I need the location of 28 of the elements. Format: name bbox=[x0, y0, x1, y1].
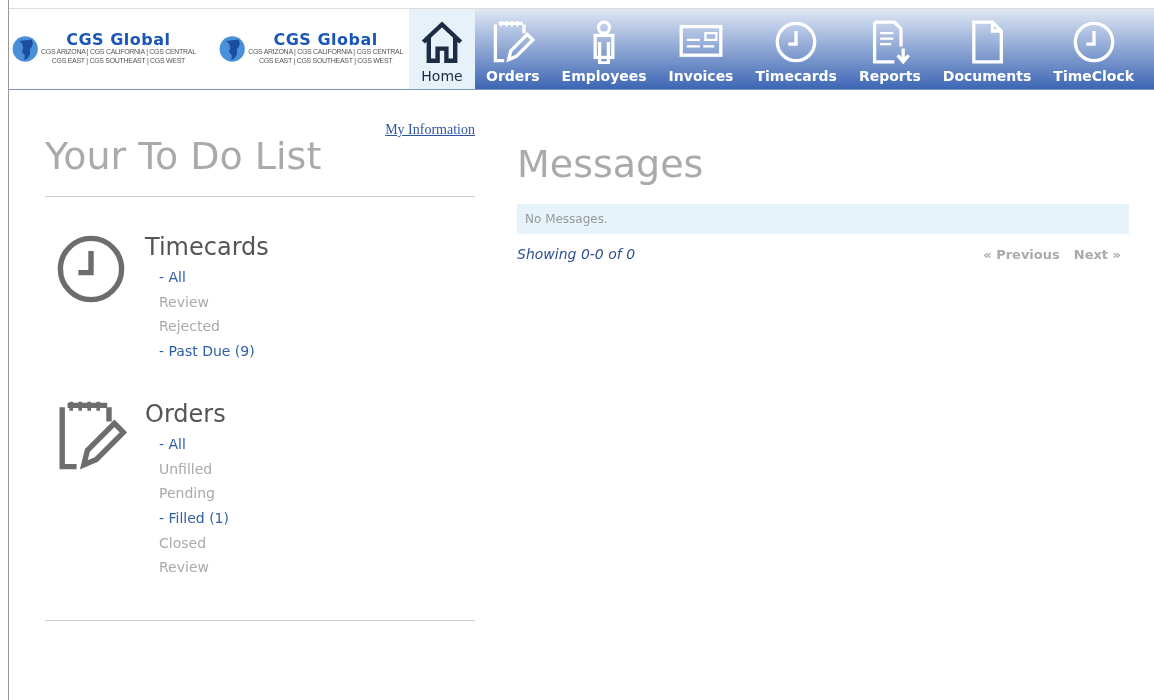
section-title: Orders bbox=[145, 399, 227, 428]
todo-link[interactable]: - All bbox=[145, 265, 269, 290]
clock-icon bbox=[55, 233, 127, 305]
logo-name: CGS Global bbox=[66, 32, 171, 49]
showing-count: Showing 0-0 of 0 bbox=[517, 246, 636, 262]
clock-icon bbox=[1071, 20, 1116, 64]
logo-name: CGS Global bbox=[273, 32, 378, 49]
nav-tab[interactable]: Orders bbox=[475, 9, 551, 89]
empty-message: No Messages. bbox=[517, 204, 1129, 234]
page-title: Your To Do List bbox=[45, 134, 322, 178]
house-icon bbox=[420, 20, 464, 64]
nav-tab[interactable]: Timecards bbox=[744, 9, 848, 89]
globe-icon bbox=[11, 34, 41, 64]
nav-tab[interactable]: Home bbox=[409, 9, 475, 89]
nav-tab[interactable]: Documents bbox=[931, 9, 1043, 89]
next-link[interactable]: Next » bbox=[1073, 246, 1121, 262]
todo-link[interactable]: - Filled (1) bbox=[145, 505, 229, 531]
my-information-link[interactable]: My Information bbox=[385, 122, 475, 138]
nav-tab[interactable]: Employees bbox=[550, 9, 658, 89]
nav-tab[interactable]: Reports bbox=[847, 9, 932, 89]
messages-title: Messages bbox=[517, 142, 705, 186]
nav-tab[interactable]: TimeClock bbox=[1042, 9, 1146, 89]
todo-link[interactable]: - Past Due (9) bbox=[145, 339, 269, 364]
nav-tab[interactable]: Invoices bbox=[657, 9, 745, 89]
previous-link[interactable]: « Previous bbox=[983, 246, 1060, 262]
todo-link[interactable]: - All bbox=[145, 431, 229, 457]
section-title: Timecards bbox=[145, 233, 269, 261]
clock-icon bbox=[774, 20, 819, 64]
